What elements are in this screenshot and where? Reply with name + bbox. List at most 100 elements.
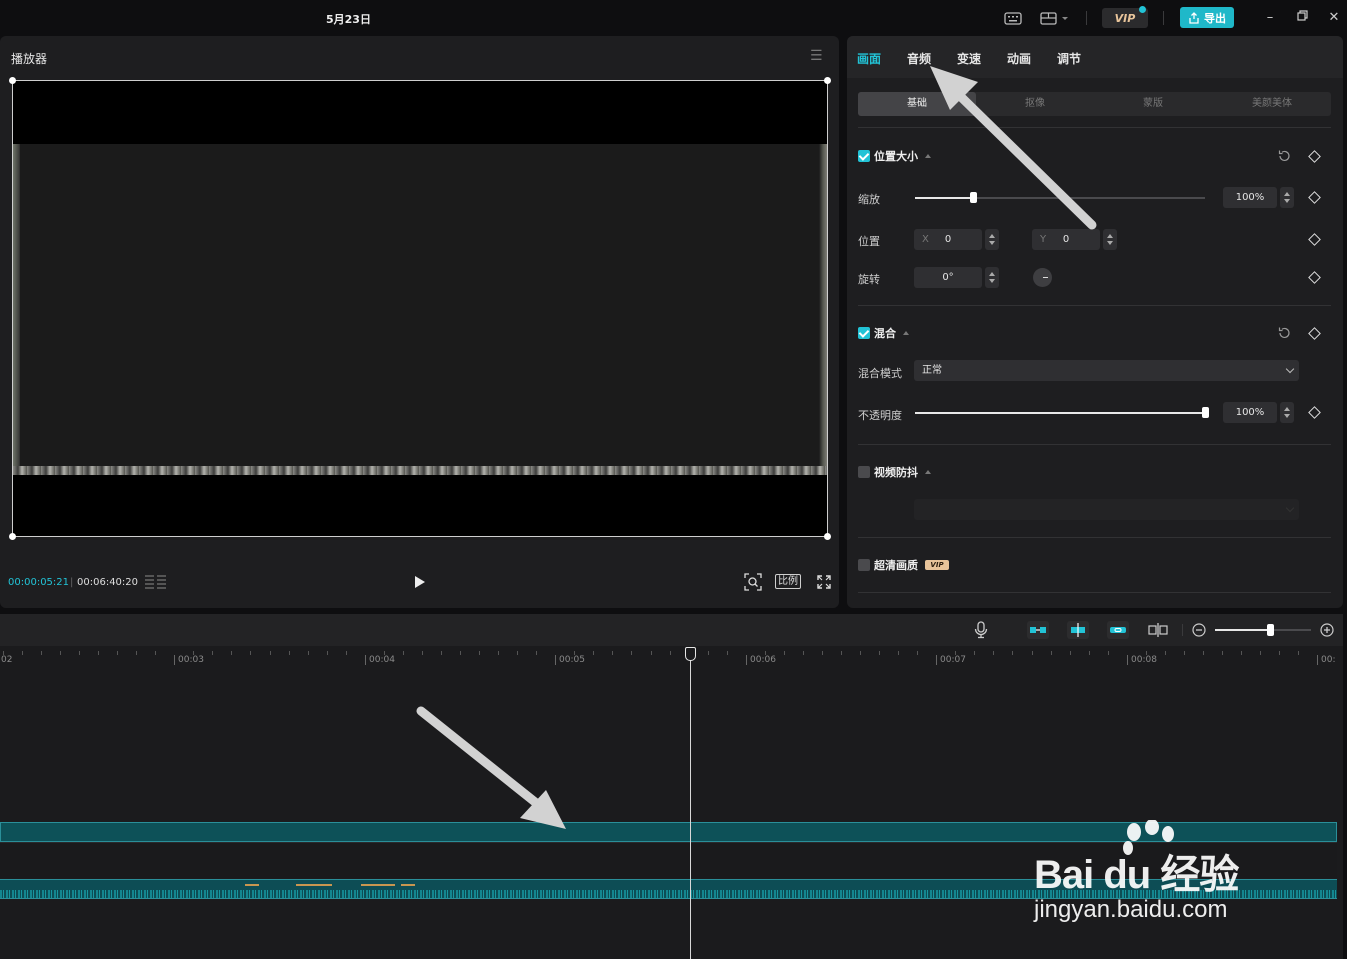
- zoom-slider-knob[interactable]: [1267, 624, 1274, 636]
- watermark-url: jingyan.baidu.com: [1034, 896, 1228, 923]
- ruler-minor-tick: [1165, 651, 1166, 655]
- ruler-minor-tick: [212, 651, 213, 655]
- reset-icon[interactable]: [1277, 149, 1291, 163]
- stabilize-checkbox[interactable]: [858, 466, 870, 478]
- main-track-magnet-icon[interactable]: [1027, 621, 1049, 639]
- ruler-minor-tick: [479, 651, 480, 655]
- section-title: 超清画质: [874, 559, 918, 572]
- ruler-minor-tick: [250, 651, 251, 655]
- ruler-minor-tick: [270, 651, 271, 655]
- ruler-minor-tick: [1298, 651, 1299, 655]
- section-hd: 超清画质 VIP: [858, 558, 949, 572]
- maximize-icon[interactable]: [1295, 10, 1309, 26]
- ruler-minor-tick: [117, 651, 118, 655]
- separator: [1163, 11, 1164, 25]
- minimize-icon[interactable]: –: [1263, 10, 1277, 26]
- ratio-button[interactable]: 比例: [775, 574, 801, 589]
- resize-handle[interactable]: [824, 533, 831, 540]
- subtab-cutout[interactable]: 抠像: [976, 92, 1094, 116]
- scale-stepper[interactable]: [1280, 187, 1294, 208]
- zoom-slider-fill: [1215, 629, 1270, 631]
- play-icon[interactable]: [413, 574, 427, 590]
- player-title: 播放器: [11, 52, 48, 66]
- tab-audio[interactable]: 音频: [907, 50, 931, 67]
- ruler-minor-tick: [136, 651, 137, 655]
- scale-slider-knob[interactable]: [970, 192, 977, 203]
- tab-adjust[interactable]: 调节: [1057, 50, 1081, 67]
- position-x-input[interactable]: X 0: [914, 229, 982, 250]
- blend-checkbox[interactable]: [858, 327, 870, 339]
- watermark-brand: Bai du 经验: [1034, 853, 1239, 897]
- ruler-label: 00:: [1317, 655, 1335, 665]
- keyboard-icon[interactable]: [1003, 9, 1023, 27]
- subtab-mask[interactable]: 蒙版: [1094, 92, 1212, 116]
- ruler-minor-tick: [22, 651, 23, 655]
- vip-badge: VIP: [925, 560, 949, 570]
- ruler-label: 00:03: [174, 655, 204, 665]
- waveform-peak: [245, 884, 259, 886]
- zoom-fit-icon[interactable]: [744, 573, 762, 591]
- transform-checkbox[interactable]: [858, 150, 870, 162]
- microphone-icon[interactable]: [973, 621, 989, 639]
- time-ruler[interactable]: 02 00:03 00:04 00:05 00:06 00:07 00:08 0…: [0, 646, 1343, 666]
- subtab-basic[interactable]: 基础: [858, 92, 976, 116]
- collapse-icon[interactable]: [925, 154, 931, 158]
- keyframe-icon[interactable]: [1308, 327, 1321, 340]
- keyframe-icon[interactable]: [1308, 191, 1321, 204]
- position-y-stepper[interactable]: [1103, 229, 1117, 250]
- resize-handle[interactable]: [824, 77, 831, 84]
- fullscreen-icon[interactable]: [817, 573, 831, 591]
- player-panel: 播放器 ☰ 00:00:05:21 | 00:06:40:20 比例: [0, 36, 839, 608]
- preview-axis-icon[interactable]: [1148, 622, 1168, 638]
- menu-icon[interactable]: ☰: [810, 48, 823, 64]
- zoom-out-icon[interactable]: [1192, 623, 1206, 637]
- ruler-label: 00:05: [555, 655, 585, 665]
- waveform-peak: [296, 884, 332, 886]
- resize-handle[interactable]: [9, 77, 16, 84]
- subtab-beauty[interactable]: 美颜美体: [1213, 92, 1331, 116]
- ruler-label: 00:06: [746, 655, 776, 665]
- ruler-label: 00:08: [1127, 655, 1157, 665]
- resize-handle[interactable]: [9, 533, 16, 540]
- export-button[interactable]: 导出: [1180, 7, 1234, 28]
- keyframe-icon[interactable]: [1308, 233, 1321, 246]
- ruler-minor-tick: [3, 651, 4, 655]
- reset-icon[interactable]: [1277, 326, 1291, 340]
- opacity-slider-fill: [915, 412, 1205, 414]
- preview-canvas[interactable]: [9, 77, 831, 540]
- link-icon[interactable]: [1107, 621, 1129, 639]
- rotate-dial[interactable]: [1033, 268, 1052, 287]
- waveform-peak: [361, 884, 395, 886]
- auto-snap-icon[interactable]: [1067, 621, 1089, 639]
- rotate-input[interactable]: 0°: [914, 267, 982, 288]
- rotate-stepper[interactable]: [985, 267, 999, 288]
- blend-mode-select[interactable]: 正常: [914, 360, 1299, 381]
- tab-picture[interactable]: 画面: [857, 50, 881, 67]
- grid-icon[interactable]: [145, 574, 167, 590]
- ruler-minor-tick: [155, 651, 156, 655]
- position-y-input[interactable]: Y 0: [1032, 229, 1100, 250]
- keyframe-icon[interactable]: [1308, 406, 1321, 419]
- property-tabs: 画面 音频 变速 动画 调节: [847, 36, 1343, 78]
- hd-checkbox[interactable]: [858, 559, 870, 571]
- tab-speed[interactable]: 变速: [957, 50, 981, 67]
- ruler-minor-tick: [1108, 651, 1109, 655]
- total-time: 00:06:40:20: [77, 577, 139, 588]
- playhead-handle[interactable]: [685, 647, 696, 661]
- layout-icon[interactable]: [1039, 9, 1071, 27]
- keyframe-icon[interactable]: [1308, 150, 1321, 163]
- opacity-stepper[interactable]: [1280, 402, 1294, 423]
- collapse-icon[interactable]: [925, 470, 931, 474]
- ruler-minor-tick: [574, 651, 575, 655]
- zoom-in-icon[interactable]: [1320, 623, 1334, 637]
- close-icon[interactable]: ✕: [1327, 10, 1341, 26]
- scale-input[interactable]: 100%: [1223, 187, 1277, 208]
- collapse-icon[interactable]: [903, 331, 909, 335]
- opacity-input[interactable]: 100%: [1223, 402, 1277, 423]
- position-x-stepper[interactable]: [985, 229, 999, 250]
- opacity-slider-knob[interactable]: [1202, 407, 1209, 418]
- tab-animation[interactable]: 动画: [1007, 50, 1031, 67]
- ruler-label: 00:07: [936, 655, 966, 665]
- ruler-minor-tick: [1012, 651, 1013, 655]
- keyframe-icon[interactable]: [1308, 271, 1321, 284]
